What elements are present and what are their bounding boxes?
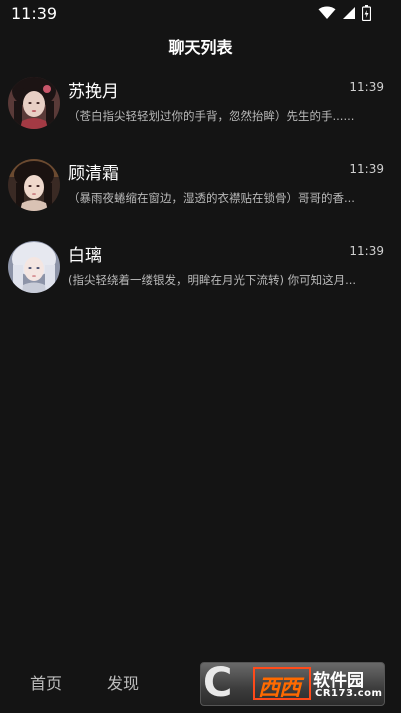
cellular-signal-icon — [343, 7, 355, 19]
chat-name: 苏挽月 — [68, 82, 119, 102]
chat-preview: （暴雨夜蜷缩在窗边，湿透的衣襟贴在锁骨）哥哥的香... — [68, 191, 355, 205]
chat-time: 11:39 — [349, 244, 384, 258]
chat-list-item[interactable]: 白璃 11:39 (指尖轻绕着一缕银发，明眸在月光下流转) 你可知这月... — [0, 241, 401, 323]
page-title: 聊天列表 — [168, 38, 233, 57]
chat-list-item[interactable]: 苏挽月 11:39 （苍白指尖轻轻划过你的手背，忽然抬眸）先生的手...... — [0, 77, 401, 159]
chat-preview: (指尖轻绕着一缕银发，明眸在月光下流转) 你可知这月... — [68, 273, 357, 287]
chat-list-item[interactable]: 顾清霜 11:39 （暴雨夜蜷缩在窗边，湿透的衣襟贴在锁骨）哥哥的香... — [0, 159, 401, 241]
chat-name: 白璃 — [68, 246, 102, 266]
nav-item-home[interactable]: 首页 — [30, 670, 62, 694]
chat-time: 11:39 — [349, 162, 384, 176]
battery-icon — [362, 5, 371, 21]
watermark-logo: C 西西 软件园 CR173.com — [200, 662, 385, 706]
watermark-logo-letter: C — [203, 662, 233, 706]
avatar — [8, 241, 60, 293]
status-bar: 11:39 — [0, 0, 401, 28]
chat-preview: （苍白指尖轻轻划过你的手背，忽然抬眸）先生的手...... — [68, 109, 355, 123]
chat-time: 11:39 — [349, 80, 384, 94]
status-icons — [318, 5, 371, 21]
status-time: 11:39 — [11, 4, 58, 23]
chat-name: 顾清霜 — [68, 164, 119, 184]
watermark-brand: 西西 — [258, 676, 301, 701]
wifi-icon — [318, 6, 336, 19]
watermark-url: CR173.com — [315, 688, 383, 699]
avatar — [8, 77, 60, 129]
nav-item-discover[interactable]: 发现 — [107, 670, 139, 694]
avatar — [8, 159, 60, 211]
